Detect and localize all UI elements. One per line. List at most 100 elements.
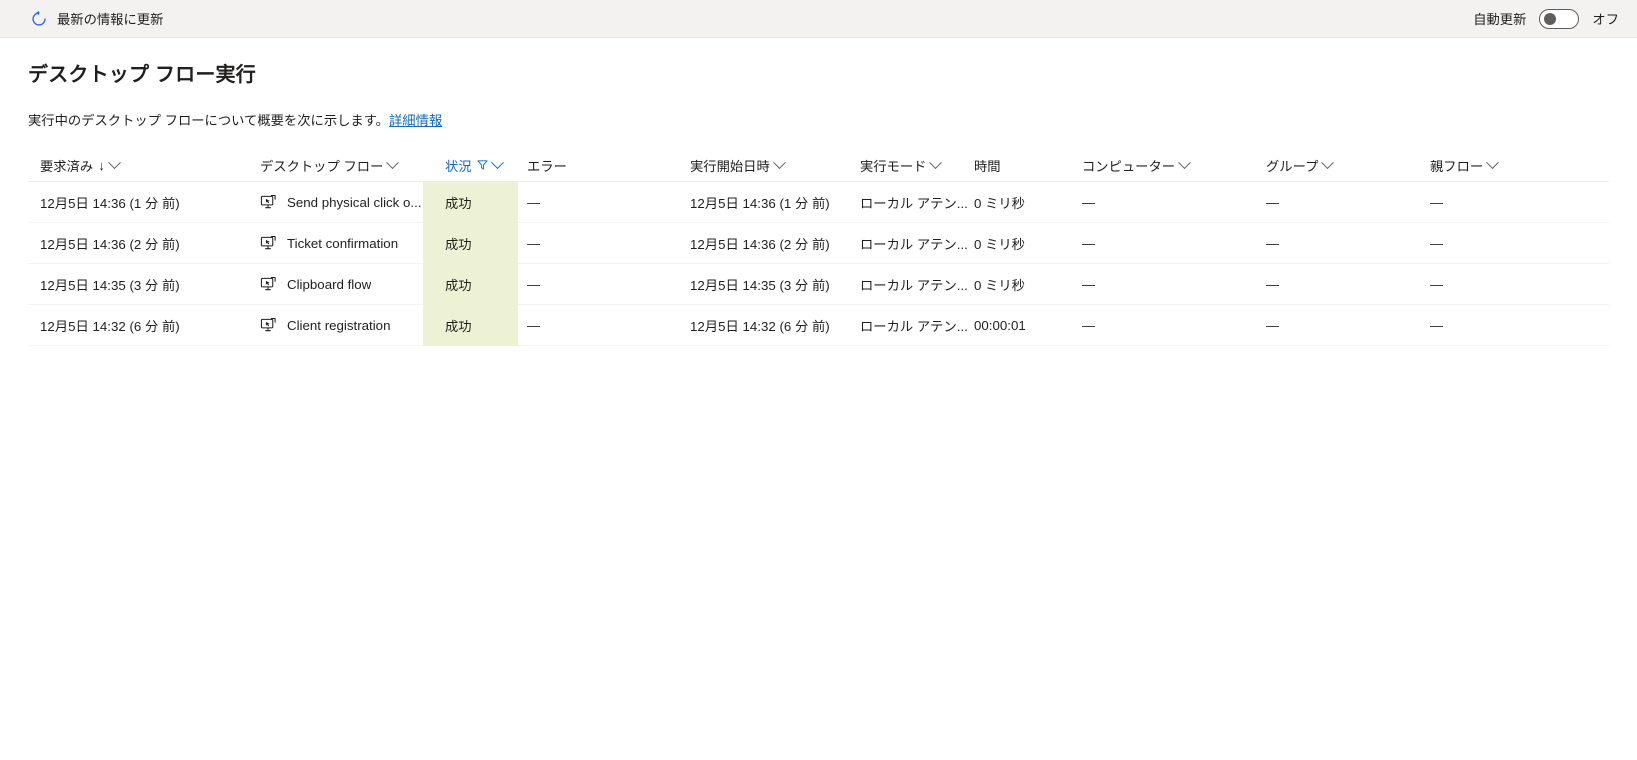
cell-duration-text: 0 ミリ秒 [974,195,1025,211]
chevron-down-icon[interactable] [1178,156,1191,170]
auto-refresh-toggle[interactable] [1539,8,1580,29]
cell-duration-text: 0 ミリ秒 [974,236,1025,252]
cell-run-mode: ローカル アテン... [855,223,970,263]
status-badge: 成功 [445,318,472,334]
table-row[interactable]: 12月5日 14:35 (3 分 前) Clipboard flow 成功 — … [28,263,1609,305]
column-header-status[interactable]: 状況 [423,150,518,181]
column-header-computer[interactable]: コンピューター [1066,150,1249,181]
column-header-desktop-flow[interactable]: デスクトップ フロー [260,150,423,181]
cell-computer-text: — [1082,235,1096,251]
status-badge: 成功 [445,195,472,211]
cell-computer-text: — [1082,317,1096,333]
learn-more-link[interactable]: 詳細情報 [389,113,442,128]
auto-refresh-state-label: オフ [1592,12,1619,27]
column-header-run-mode[interactable]: 実行モード [855,150,970,181]
cell-group: — [1249,223,1414,263]
chevron-down-icon[interactable] [107,156,121,170]
column-header-parent-flow[interactable]: 親フロー [1414,150,1574,181]
auto-refresh-label: 自動更新 [1473,12,1527,27]
chevron-down-icon[interactable] [386,156,400,170]
cell-desktop-flow[interactable]: Clipboard flow [260,264,423,304]
column-header-run-mode-label: 実行モード [860,159,927,174]
cell-error: — [518,264,685,304]
desktop-flow-icon [260,276,277,293]
chevron-down-icon[interactable] [772,156,786,170]
cell-computer: — [1066,223,1249,263]
cell-error-text: — [527,276,541,292]
cell-group-text: — [1266,317,1280,333]
auto-refresh-control: 自動更新 オフ [1473,8,1625,29]
cell-parent-flow-text: — [1430,276,1444,292]
cell-requested: 12月5日 14:35 (3 分 前) [28,264,260,304]
cell-requested-text: 12月5日 14:32 (6 分 前) [40,318,180,334]
column-header-desktop-flow-label: デスクトップ フロー [260,159,384,174]
cell-run-mode-text: ローカル アテン... [860,277,968,293]
column-header-error-label: エラー [527,159,567,174]
cell-status: 成功 [423,304,518,346]
status-badge: 成功 [445,277,472,293]
cell-computer-text: — [1082,194,1096,210]
cell-run-mode: ローカル アテン... [855,182,970,222]
desktop-flow-icon [260,317,277,334]
cell-error: — [518,223,685,263]
cell-duration-text: 00:00:01 [974,317,1026,333]
cell-run-mode-text: ローカル アテン... [860,236,968,252]
chevron-down-icon[interactable] [1321,156,1335,170]
column-header-group[interactable]: グループ [1249,150,1414,181]
cell-parent-flow-text: — [1430,317,1444,333]
cell-error: — [518,305,685,345]
table-row[interactable]: 12月5日 14:32 (6 分 前) Client registration … [28,304,1609,346]
cell-status: 成功 [423,181,518,223]
column-header-duration[interactable]: 時間 [970,150,1066,181]
cell-run-mode-text: ローカル アテン... [860,195,968,211]
cell-desktop-flow-text: Clipboard flow [287,276,372,292]
column-header-error[interactable]: エラー [518,150,685,181]
cell-start-time: 12月5日 14:36 (2 分 前) [685,223,855,263]
desktop-flow-icon [260,235,277,252]
cell-group: — [1249,305,1414,345]
cell-requested: 12月5日 14:32 (6 分 前) [28,305,260,345]
column-header-status-label: 状況 [445,159,472,174]
sort-ascending-icon: ↓ [98,158,105,173]
chevron-down-icon[interactable] [490,156,504,170]
cell-requested-text: 12月5日 14:35 (3 分 前) [40,277,180,293]
cell-run-mode: ローカル アテン... [855,264,970,304]
cell-desktop-flow[interactable]: Ticket confirmation [260,223,423,263]
refresh-button[interactable]: 最新の情報に更新 [28,5,169,32]
column-header-requested[interactable]: 要求済み ↓ [28,150,260,181]
cell-duration: 00:00:01 [970,305,1066,345]
cell-start-time: 12月5日 14:35 (3 分 前) [685,264,855,304]
cell-requested-text: 12月5日 14:36 (2 分 前) [40,236,180,252]
cell-desktop-flow-text: Client registration [287,317,391,333]
cell-duration-text: 0 ミリ秒 [974,277,1025,293]
column-header-start-time[interactable]: 実行開始日時 [685,150,855,181]
cell-start-time-text: 12月5日 14:32 (6 分 前) [690,318,830,334]
filter-icon [477,158,488,173]
column-header-start-time-label: 実行開始日時 [690,159,770,174]
cell-computer-text: — [1082,276,1096,292]
column-header-duration-label: 時間 [974,159,1001,174]
cell-desktop-flow-text: Ticket confirmation [287,235,399,251]
cell-parent-flow: — [1414,182,1574,222]
cell-duration: 0 ミリ秒 [970,182,1066,222]
cell-group-text: — [1266,235,1280,251]
cell-desktop-flow[interactable]: Send physical click o... [260,182,423,222]
column-header-requested-label: 要求済み [40,159,94,174]
chevron-down-icon[interactable] [929,156,943,170]
cell-computer: — [1066,305,1249,345]
page-body: デスクトップ フロー実行 実行中のデスクトップ フローについて概要を次に示します… [0,58,1637,346]
cell-start-time-text: 12月5日 14:35 (3 分 前) [690,277,830,293]
refresh-button-label: 最新の情報に更新 [57,12,164,27]
cell-computer: — [1066,264,1249,304]
cell-group-text: — [1266,194,1280,210]
cell-desktop-flow[interactable]: Client registration [260,305,423,345]
grid-header-row: 要求済み ↓ デスクトップ フロー 状況 エラー 実行開始日時 実行モード 時間… [28,150,1609,182]
chevron-down-icon[interactable] [1486,156,1500,170]
table-row[interactable]: 12月5日 14:36 (2 分 前) Ticket confirmation … [28,222,1609,264]
status-badge: 成功 [445,236,472,252]
cell-run-mode: ローカル アテン... [855,305,970,345]
cell-start-time: 12月5日 14:32 (6 分 前) [685,305,855,345]
cell-start-time: 12月5日 14:36 (1 分 前) [685,182,855,222]
table-row[interactable]: 12月5日 14:36 (1 分 前) Send physical click … [28,181,1609,223]
column-header-parent-flow-label: 親フロー [1430,159,1484,174]
